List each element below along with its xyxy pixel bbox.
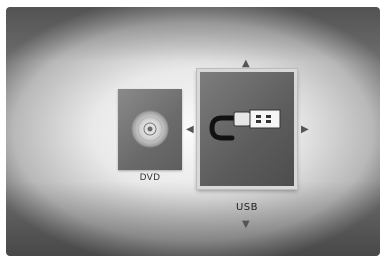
dvd-label: DVD xyxy=(139,173,161,183)
usb-tile-selected[interactable] xyxy=(197,69,297,189)
nav-left-arrow[interactable]: ◀ xyxy=(186,125,194,135)
dvd-tile[interactable] xyxy=(118,89,182,170)
disc-icon xyxy=(131,110,169,148)
nav-down-arrow[interactable]: ▼ xyxy=(242,220,250,230)
nav-right-arrow[interactable]: ▶ xyxy=(301,125,309,135)
usb-tile-inner xyxy=(200,72,294,186)
usb-label: USB xyxy=(235,202,259,213)
home-menu-screen: ▲ ◀ ▶ ▼ DVD USB xyxy=(6,7,380,256)
usb-plug-icon xyxy=(209,109,281,141)
nav-up-arrow[interactable]: ▲ xyxy=(242,59,250,69)
